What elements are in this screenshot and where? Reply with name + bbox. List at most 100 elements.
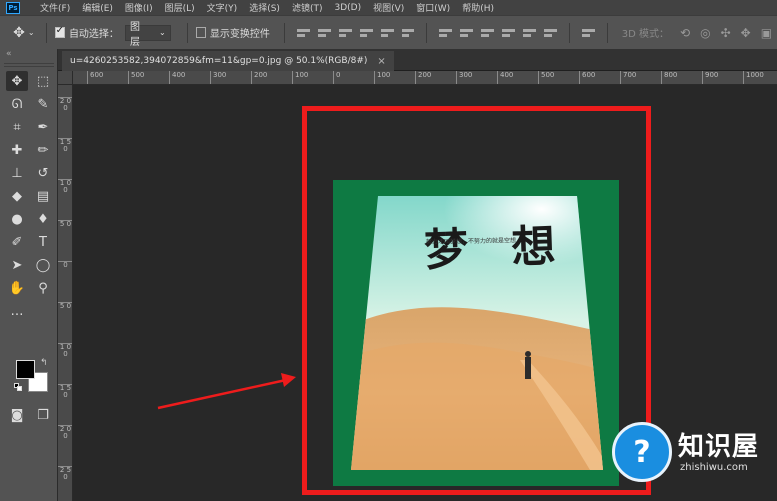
distribute-bottom-icon[interactable] — [481, 26, 495, 40]
ruler-tick: 600 — [87, 71, 103, 84]
ruler-tick: 2 0 0 — [58, 97, 72, 112]
ruler-tick: 400 — [497, 71, 513, 84]
ruler-tick: 500 — [538, 71, 554, 84]
show-transform-checkbox[interactable] — [195, 27, 206, 38]
ruler-tick: 900 — [702, 71, 718, 84]
menu-help[interactable]: 帮助(H) — [462, 1, 494, 14]
healing-brush-tool-icon[interactable]: ✚ — [6, 140, 28, 160]
brush-tool-icon[interactable]: ✏ — [32, 140, 54, 160]
ruler-tick: 300 — [210, 71, 226, 84]
menu-type[interactable]: 文字(Y) — [207, 1, 238, 14]
auto-align-layers-icon[interactable] — [581, 26, 595, 40]
menu-layer[interactable]: 图层(L) — [165, 1, 195, 14]
ruler-tick: 1 0 0 — [58, 343, 72, 358]
menu-select[interactable]: 选择(S) — [249, 1, 280, 14]
align-left-icon[interactable] — [359, 26, 373, 40]
move-tool-icon[interactable]: ✥ — [6, 71, 28, 91]
pan-3d-icon[interactable]: ✣ — [721, 26, 731, 40]
tools-panel: ✥ ⬚ ᘏ ✎ ⌗ ✒ ✚ ✏ ⊥ ↺ ◆ ▤ ● ♦ ✐ T ➤ ◯ ✋ ⚲ … — [0, 49, 58, 501]
foreground-color-swatch[interactable] — [16, 360, 35, 379]
auto-select-checkbox[interactable] — [54, 25, 65, 38]
default-colors-icon[interactable] — [14, 383, 22, 391]
swap-colors-icon[interactable]: ↰ — [40, 358, 48, 368]
orbit-3d-icon[interactable]: ⟲ — [680, 26, 690, 40]
distribute-left-icon[interactable] — [502, 26, 516, 40]
ruler-corner[interactable] — [58, 71, 73, 85]
path-selection-tool-icon[interactable]: ➤ — [6, 255, 28, 275]
eraser-tool-icon[interactable]: ◆ — [6, 186, 28, 206]
move-tool-preset-icon[interactable]: ✥ ⌄ — [10, 22, 38, 44]
close-icon[interactable]: × — [377, 56, 385, 67]
align-vertical-center-icon[interactable] — [317, 26, 331, 40]
clone-stamp-tool-icon[interactable]: ⊥ — [6, 163, 28, 183]
auto-select-target-dropdown[interactable]: 图层 ⌄ — [124, 22, 171, 48]
distribute-hcenter-icon[interactable] — [523, 26, 537, 40]
menu-view[interactable]: 视图(V) — [373, 1, 404, 14]
lasso-tool-icon[interactable]: ᘏ — [6, 94, 28, 114]
divider — [606, 22, 608, 43]
quick-mask-icon[interactable]: ◙ — [6, 405, 28, 425]
align-top-icon[interactable] — [296, 26, 310, 40]
marquee-tool-icon[interactable]: ⬚ — [32, 71, 54, 91]
pen-tool-icon[interactable]: ✐ — [6, 232, 28, 252]
ruler-tick: 2 5 0 — [58, 466, 72, 481]
photoshop-logo-icon: Ps — [6, 1, 20, 14]
slide-3d-icon[interactable]: ✥ — [741, 26, 751, 40]
divider — [283, 22, 285, 43]
zoom-tool-icon[interactable]: ⚲ — [32, 278, 54, 298]
divider — [569, 22, 570, 43]
auto-select-target-value: 图层 — [129, 21, 140, 48]
collapse-panel-icon[interactable]: « — [6, 49, 12, 59]
type-tool-icon[interactable]: T — [32, 232, 54, 252]
ruler-tick: 5 0 — [58, 302, 72, 310]
align-horizontal-center-icon[interactable] — [380, 26, 394, 40]
distribute-right-icon[interactable] — [544, 26, 558, 40]
panel-grip[interactable] — [4, 63, 54, 67]
ruler-tick: 400 — [169, 71, 185, 84]
edit-toolbar-icon[interactable]: … — [6, 301, 28, 321]
highlight-frame — [302, 106, 651, 495]
eyedropper-tool-icon[interactable]: ✒ — [32, 117, 54, 137]
divider — [45, 22, 47, 43]
ruler-tick: 200 — [251, 71, 267, 84]
screen-mode-icon[interactable]: ❐ — [32, 405, 54, 425]
ruler-tick: 300 — [456, 71, 472, 84]
menu-window[interactable]: 窗口(W) — [416, 1, 450, 14]
ellipse-tool-icon[interactable]: ◯ — [32, 255, 54, 275]
ruler-tick: 1 5 0 — [58, 384, 72, 399]
show-transform-label: 显示变换控件 — [209, 29, 270, 40]
history-brush-tool-icon[interactable]: ↺ — [32, 163, 54, 183]
menu-image[interactable]: 图像(I) — [125, 1, 153, 14]
blur-tool-icon[interactable]: ● — [6, 209, 28, 229]
quick-select-tool-icon[interactable]: ✎ — [32, 94, 54, 114]
watermark-url: zhishiwu.com — [680, 462, 748, 473]
hand-tool-icon[interactable]: ✋ — [6, 278, 28, 298]
chevron-down-icon: ⌄ — [158, 28, 166, 37]
ruler-tick: 700 — [620, 71, 636, 84]
scale-3d-icon[interactable]: ▣ — [761, 26, 772, 40]
vertical-ruler[interactable]: 2 0 0 1 5 0 1 0 0 5 0 0 5 0 1 0 0 1 5 0 … — [58, 85, 73, 501]
mode-3d-label: 3D 模式： — [621, 29, 670, 40]
menu-bar: Ps 文件(F) 编辑(E) 图像(I) 图层(L) 文字(Y) 选择(S) 滤… — [0, 0, 777, 15]
ruler-tick: 0 — [333, 71, 340, 84]
gradient-tool-icon[interactable]: ▤ — [32, 186, 54, 206]
document-tab-bar: u=4260253582,394072859&fm=11&gp=0.jpg @ … — [58, 49, 777, 71]
menu-filter[interactable]: 滤镜(T) — [292, 1, 323, 14]
ruler-tick: 1 5 0 — [58, 138, 72, 153]
menu-file[interactable]: 文件(F) — [40, 1, 70, 14]
horizontal-ruler[interactable]: 600 500 400 300 200 100 0 100 200 300 40… — [73, 71, 777, 85]
watermark-title: 知识屋 — [678, 432, 760, 462]
crop-tool-icon[interactable]: ⌗ — [6, 117, 28, 137]
ruler-tick: 100 — [374, 71, 390, 84]
roll-3d-icon[interactable]: ◎ — [700, 26, 710, 40]
document-tab[interactable]: u=4260253582,394072859&fm=11&gp=0.jpg @ … — [62, 51, 394, 71]
dodge-tool-icon[interactable]: ♦ — [32, 209, 54, 229]
distribute-center-icon[interactable] — [460, 26, 474, 40]
menu-3d[interactable]: 3D(D) — [334, 3, 361, 13]
ruler-tick: 100 — [292, 71, 308, 84]
distribute-top-icon[interactable] — [439, 26, 453, 40]
watermark-logo: ? 知识屋 zhishiwu.com — [602, 418, 777, 501]
align-bottom-icon[interactable] — [338, 26, 352, 40]
align-right-icon[interactable] — [401, 26, 415, 40]
menu-edit[interactable]: 编辑(E) — [82, 1, 113, 14]
